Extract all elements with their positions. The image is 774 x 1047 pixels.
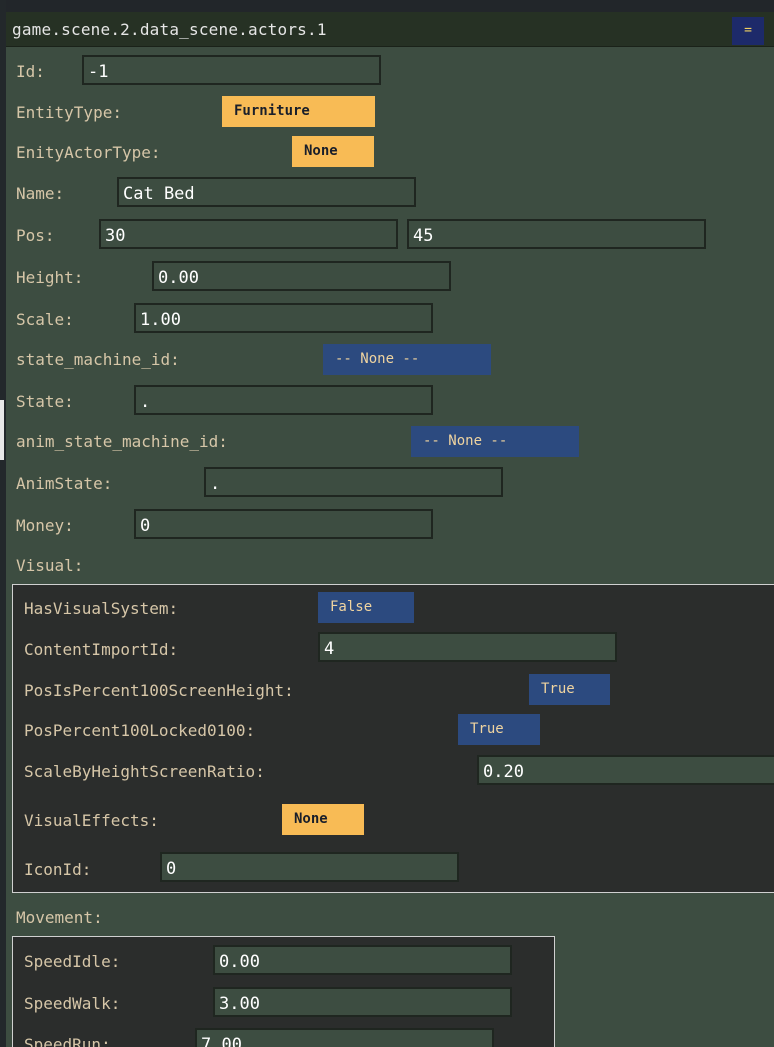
visual-effects-dropdown[interactable]: None <box>282 804 364 835</box>
entity-actor-type-label: EnityActorType: <box>16 143 161 162</box>
pos-x-field[interactable]: 30 <box>99 219 398 249</box>
visual-section-label: Visual: <box>16 556 84 575</box>
visual-group: HasVisualSystem: False ContentImportId: … <box>12 584 774 893</box>
movement-section-label: Movement: <box>16 908 103 927</box>
title-bar[interactable]: game.scene.2.data_scene.actors.1 = <box>6 12 774 47</box>
name-label: Name: <box>16 184 65 203</box>
background-edge-light <box>0 400 4 460</box>
pos-y-field[interactable]: 45 <box>407 219 706 249</box>
scale-by-height-label: ScaleByHeightScreenRatio: <box>24 762 265 781</box>
icon-id-field[interactable]: 0 <box>160 852 459 882</box>
money-label: Money: <box>16 516 74 535</box>
entity-actor-type-dropdown[interactable]: None <box>292 136 374 167</box>
pos-label: Pos: <box>16 226 55 245</box>
inspector-window: game.scene.2.data_scene.actors.1 = Id: -… <box>6 12 774 1047</box>
anim-state-machine-id-label: anim_state_machine_id: <box>16 432 228 451</box>
state-label: State: <box>16 392 74 411</box>
anim-state-field[interactable]: . <box>204 467 503 497</box>
state-machine-id-dropdown[interactable]: -- None -- <box>323 344 491 375</box>
anim-state-machine-id-dropdown[interactable]: -- None -- <box>411 426 579 457</box>
pos-is-percent-toggle[interactable]: True <box>529 674 610 705</box>
scale-by-height-field[interactable]: 0.20 <box>477 755 774 785</box>
content-import-id-label: ContentImportId: <box>24 640 179 659</box>
entity-type-label: EntityType: <box>16 103 122 122</box>
has-visual-system-label: HasVisualSystem: <box>24 599 179 618</box>
entity-type-dropdown[interactable]: Furniture <box>222 96 375 127</box>
window-title: game.scene.2.data_scene.actors.1 <box>12 20 327 39</box>
menu-icon[interactable]: = <box>732 17 764 45</box>
state-field[interactable]: . <box>134 385 433 415</box>
content-import-id-field[interactable]: 4 <box>318 632 617 662</box>
height-field[interactable]: 0.00 <box>152 261 451 291</box>
height-label: Height: <box>16 268 84 287</box>
name-field[interactable]: Cat Bed <box>117 177 416 207</box>
has-visual-system-toggle[interactable]: False <box>318 592 414 623</box>
scale-field[interactable]: 1.00 <box>134 303 433 333</box>
id-label: Id: <box>16 62 45 81</box>
scale-label: Scale: <box>16 310 74 329</box>
speed-run-field[interactable]: 7.00 <box>195 1028 494 1047</box>
anim-state-label: AnimState: <box>16 474 113 493</box>
speed-idle-field[interactable]: 0.00 <box>213 945 512 975</box>
pos-percent-locked-toggle[interactable]: True <box>458 714 540 745</box>
speed-walk-label: SpeedWalk: <box>24 994 121 1013</box>
movement-group: SpeedIdle: 0.00 SpeedWalk: 3.00 SpeedRun… <box>12 936 555 1047</box>
visual-effects-label: VisualEffects: <box>24 811 159 830</box>
pos-is-percent-label: PosIsPercent100ScreenHeight: <box>24 681 294 700</box>
money-field[interactable]: 0 <box>134 509 433 539</box>
state-machine-id-label: state_machine_id: <box>16 350 180 369</box>
pos-percent-locked-label: PosPercent100Locked0100: <box>24 721 256 740</box>
speed-run-label: SpeedRun: <box>24 1035 111 1047</box>
speed-walk-field[interactable]: 3.00 <box>213 987 512 1017</box>
id-field[interactable]: -1 <box>82 55 381 85</box>
speed-idle-label: SpeedIdle: <box>24 952 121 971</box>
icon-id-label: IconId: <box>24 860 92 879</box>
